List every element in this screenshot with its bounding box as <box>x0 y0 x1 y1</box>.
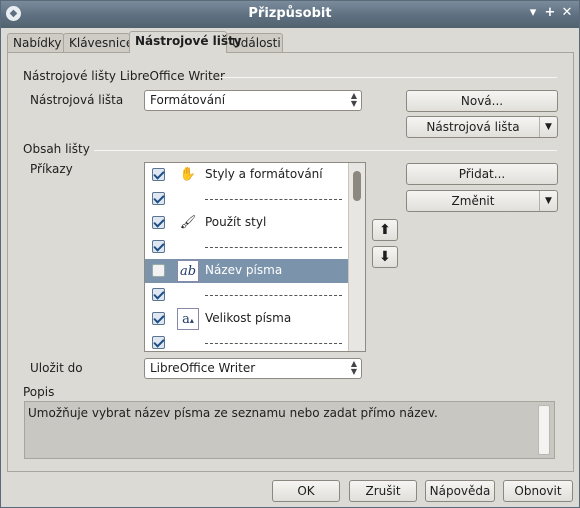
description-scrollbar[interactable] <box>538 405 550 455</box>
item-checkbox[interactable] <box>152 192 165 205</box>
maximize-icon[interactable]: + <box>542 5 558 21</box>
save-in-select[interactable]: LibreOffice Writer ▲ ▼ <box>144 358 362 379</box>
list-scrollbar[interactable] <box>348 163 365 351</box>
arrow-down-icon: ⬇ <box>379 249 391 265</box>
minimize-icon[interactable]: ▾ <box>525 5 541 21</box>
list-item[interactable]: ✋ Styly a formátování <box>145 163 348 187</box>
cancel-button[interactable]: Zrušit <box>349 480 417 502</box>
font-size-icon: a▴ <box>177 308 199 330</box>
item-checkbox[interactable] <box>152 288 165 301</box>
toolbar-select-value: Formátování <box>150 93 226 107</box>
item-checkbox[interactable] <box>152 264 165 277</box>
toolbar-label: Nástrojová lišta <box>30 93 124 107</box>
tab-keyboard[interactable]: Klávesnice <box>63 33 133 53</box>
dropdown-arrow-icon: ▼ <box>539 191 557 211</box>
spin-arrows-icon: ▲ ▼ <box>350 91 357 108</box>
list-separator[interactable] <box>145 331 348 351</box>
content-heading: Obsah lišty <box>23 142 90 156</box>
add-command-button[interactable]: Přidat... <box>406 163 558 185</box>
help-button[interactable]: Nápověda <box>425 480 495 502</box>
commands-label: Příkazy <box>30 162 73 176</box>
move-up-button[interactable]: ⬆ <box>372 219 398 241</box>
list-separator[interactable] <box>145 235 348 259</box>
toolbars-panel: Nástrojové lišty LibreOffice Writer Nást… <box>7 52 574 472</box>
description-text: Umožňuje vybrat název písma ze seznamu n… <box>28 406 438 420</box>
tab-toolbars[interactable]: Nástrojové lišty <box>129 31 242 53</box>
item-checkbox[interactable] <box>152 336 165 349</box>
item-checkbox[interactable] <box>152 240 165 253</box>
list-item[interactable]: a▴ Velikost písma <box>145 307 348 331</box>
list-separator[interactable] <box>145 187 348 211</box>
list-separator[interactable] <box>145 283 348 307</box>
apply-style-icon: 🖌 <box>179 215 197 230</box>
scrollbar-thumb[interactable] <box>353 171 361 201</box>
customize-dialog: ◆ Přizpůsobit ▾ + ✕ Nabídky Klávesnice N… <box>0 0 580 508</box>
toolbar-menu-button[interactable]: Nástrojová lišta ▼ <box>406 116 558 138</box>
new-toolbar-button[interactable]: Nová... <box>406 90 558 112</box>
save-in-label: Uložit do <box>30 361 83 375</box>
description-box: Umožňuje vybrat název písma ze seznamu n… <box>24 401 555 459</box>
item-checkbox[interactable] <box>152 168 165 181</box>
commands-list[interactable]: ✋ Styly a formátování 🖌 Použít styl ab N… <box>144 162 366 352</box>
arrow-up-icon: ⬆ <box>379 222 391 238</box>
description-label: Popis <box>23 385 55 399</box>
list-item[interactable]: ab Název písma <box>145 259 348 283</box>
reset-button[interactable]: Obnovit <box>503 480 573 502</box>
styles-formatting-icon: ✋ <box>179 167 197 182</box>
item-checkbox[interactable] <box>152 216 165 229</box>
spin-arrows-icon: ▲ ▼ <box>350 359 357 376</box>
save-in-value: LibreOffice Writer <box>150 361 256 375</box>
toolbars-separator <box>220 77 557 78</box>
move-down-button[interactable]: ⬇ <box>372 246 398 268</box>
dropdown-arrow-icon: ▼ <box>539 117 557 137</box>
ok-button[interactable]: OK <box>272 480 340 502</box>
window-title: Přizpůsobit <box>248 6 332 21</box>
close-icon[interactable]: ✕ <box>559 5 575 21</box>
font-name-icon: ab <box>177 260 199 282</box>
toolbar-select[interactable]: Formátování ▲ ▼ <box>144 90 362 111</box>
content-separator <box>94 150 557 151</box>
title-bar[interactable]: ◆ Přizpůsobit ▾ + ✕ <box>1 1 579 28</box>
item-checkbox[interactable] <box>152 312 165 325</box>
toolbars-heading: Nástrojové lišty LibreOffice Writer <box>23 69 225 83</box>
modify-button[interactable]: Změnit ▼ <box>406 190 558 212</box>
list-item[interactable]: 🖌 Použít styl <box>145 211 348 235</box>
tab-menus[interactable]: Nabídky <box>7 33 64 53</box>
